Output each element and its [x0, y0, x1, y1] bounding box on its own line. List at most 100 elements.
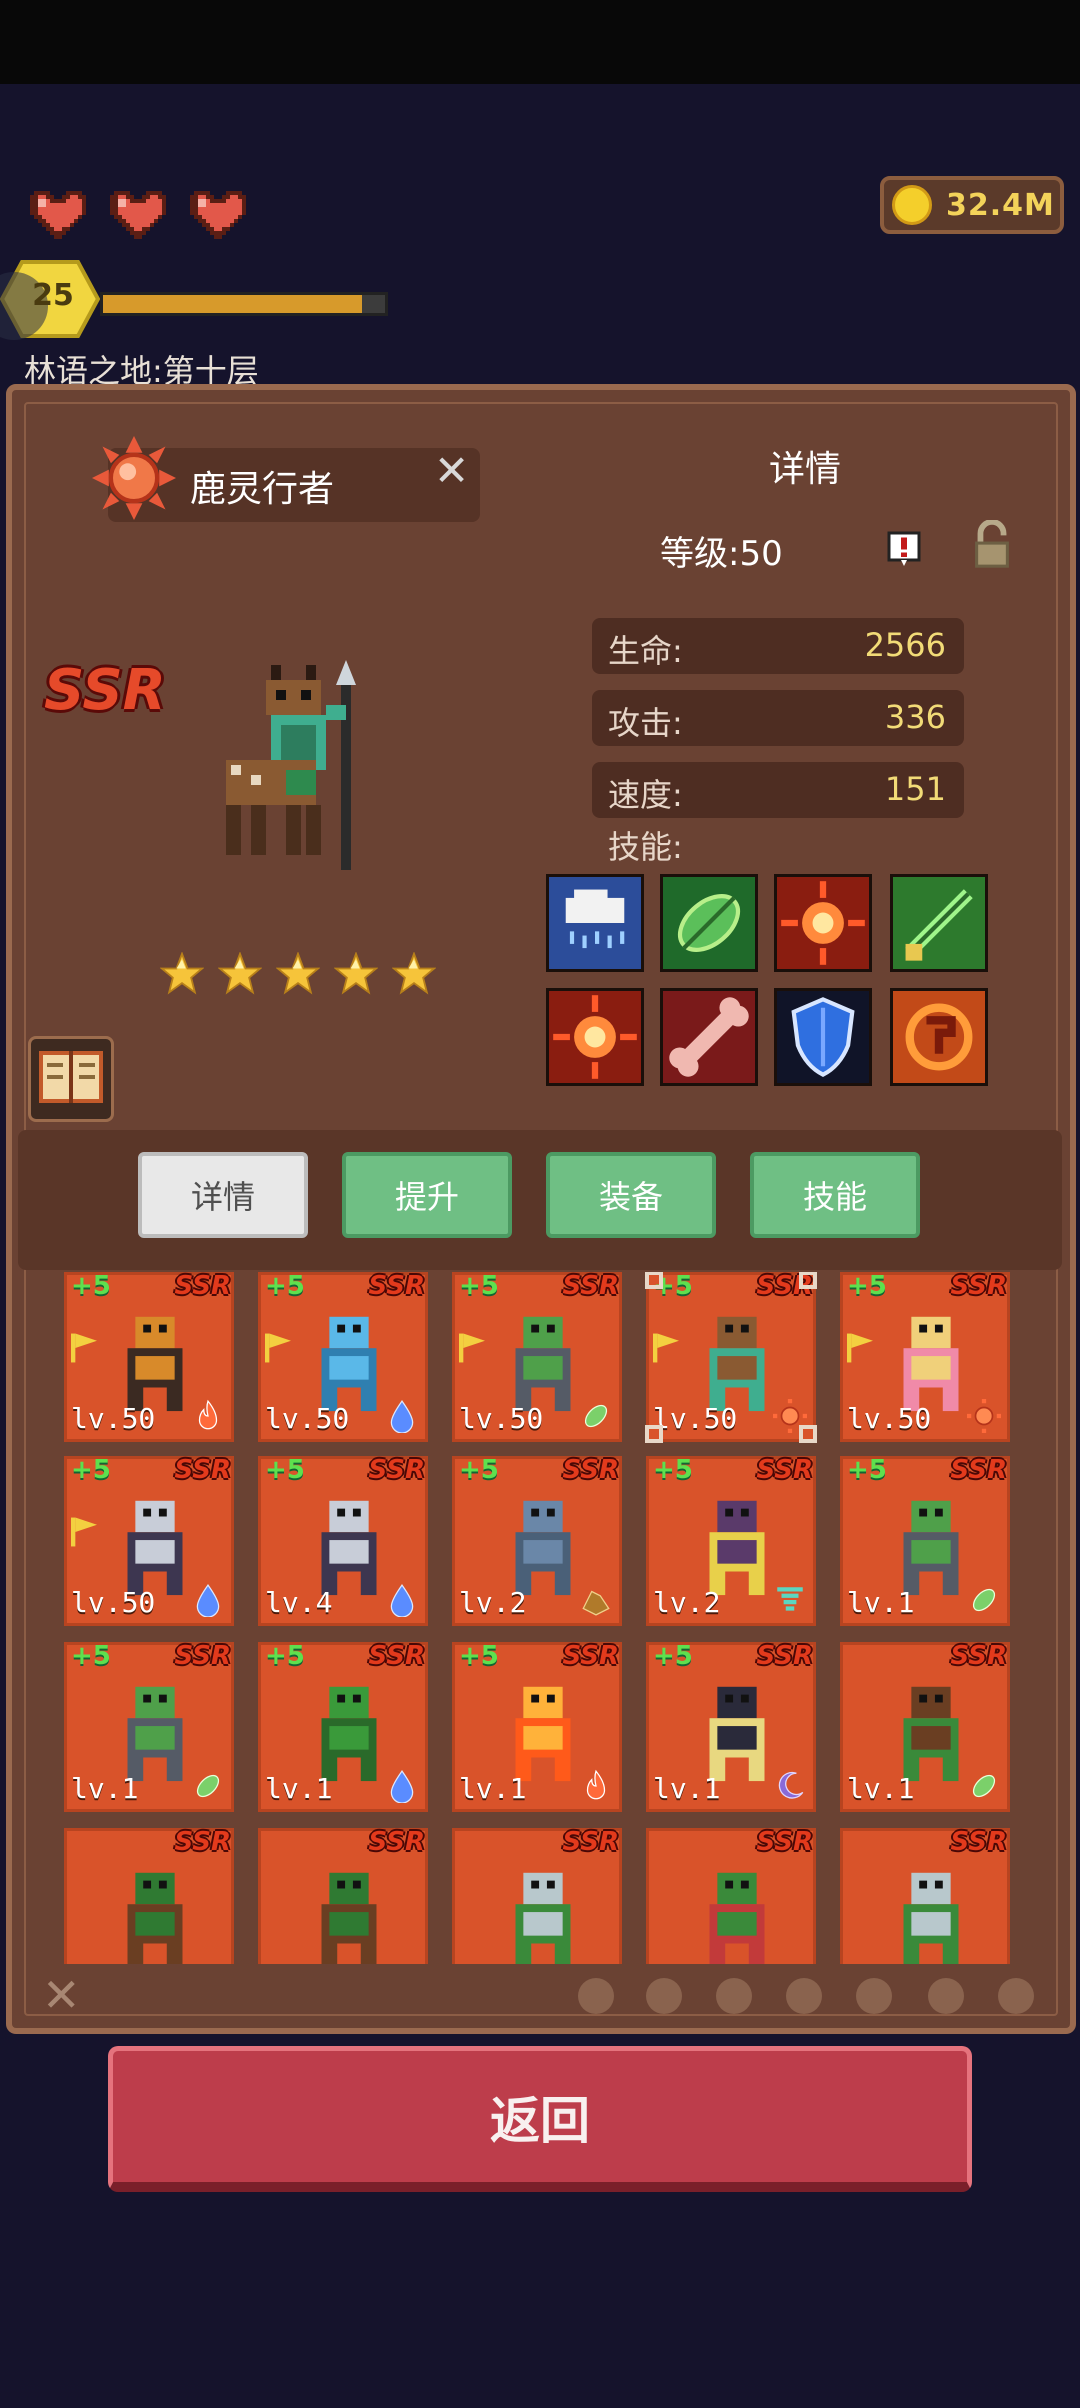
- dark-element-icon: [778, 1771, 804, 1799]
- roster-card[interactable]: +5 SSR lv.50: [645, 1272, 817, 1443]
- selection-corner: [645, 1425, 663, 1443]
- selection-corner: [799, 1272, 817, 1289]
- roster-card[interactable]: +5 SSR lv.4: [258, 1455, 428, 1626]
- rarity-badge: SSR: [756, 1641, 813, 1671]
- monster-sprite: [321, 1500, 377, 1596]
- monster-sprite: [903, 1316, 959, 1412]
- roster-card[interactable]: +5 SSR lv.50: [840, 1272, 1010, 1442]
- stat-value: 151: [884, 770, 946, 808]
- fire-element-icon: [198, 1399, 218, 1430]
- stat-label: 攻击:: [608, 704, 683, 742]
- rarity-badge: SSR: [950, 1455, 1007, 1485]
- rarity-badge: SSR: [174, 1641, 231, 1671]
- xp-bar-fill: [103, 295, 363, 313]
- earth-filter-icon[interactable]: [646, 1978, 682, 2014]
- rarity-badge: SSR: [562, 1827, 619, 1857]
- tab-2[interactable]: 提升: [342, 1152, 512, 1238]
- level-label: lv.1: [265, 1772, 333, 1805]
- plus-badge: +5: [71, 1641, 111, 1671]
- monster-sprite: [127, 1686, 183, 1782]
- blue-shield-icon[interactable]: [774, 988, 872, 1086]
- monster-sprite: [127, 1316, 183, 1412]
- heart-icon: [30, 191, 86, 239]
- back-button[interactable]: 返回: [108, 2046, 972, 2192]
- nature-element-icon: [972, 1774, 996, 1798]
- monster-sprite: [515, 1686, 571, 1782]
- flame-filter-icon[interactable]: [856, 1978, 892, 2014]
- roster-card[interactable]: +5 SSR lv.1: [258, 1641, 428, 1812]
- flag-icon: [847, 1333, 873, 1363]
- roster-card[interactable]: +5 SSR lv.50: [64, 1272, 234, 1442]
- fire-circle-icon[interactable]: [890, 988, 988, 1086]
- wind-filter-icon[interactable]: [786, 1978, 822, 2014]
- gear-filter-icon[interactable]: [928, 1978, 964, 2014]
- level-label: lv.50: [459, 1402, 544, 1435]
- rarity-badge: SSR: [950, 1641, 1007, 1671]
- stat-value: 2566: [864, 626, 946, 664]
- fire-element-icon: [586, 1769, 606, 1800]
- leaf-icon[interactable]: [660, 874, 758, 972]
- rarity-badge: SSR: [562, 1641, 619, 1671]
- bone-icon[interactable]: [660, 988, 758, 1086]
- book-icon[interactable]: [28, 1036, 114, 1122]
- nature-element-icon: [972, 1588, 996, 1612]
- fire-filter-icon[interactable]: [578, 1978, 614, 2014]
- lock-icon[interactable]: [972, 520, 1012, 570]
- status-bar: [0, 0, 1080, 84]
- plus-badge: +5: [459, 1272, 499, 1301]
- refresh-filter-icon[interactable]: [998, 1978, 1034, 2014]
- plus-badge: +5: [847, 1272, 887, 1301]
- roster-card[interactable]: +5 SSR lv.1: [840, 1455, 1010, 1626]
- monster-sprite: [903, 1872, 959, 1964]
- roster-card[interactable]: +5 SSR lv.50: [258, 1272, 428, 1442]
- roster-card[interactable]: SSR: [452, 1827, 622, 1964]
- close-icon[interactable]: ✕: [434, 446, 469, 495]
- rarity-badge: SSR: [368, 1827, 425, 1857]
- gold-counter[interactable]: 32.4M: [880, 176, 1064, 234]
- roster-card[interactable]: +5 SSR lv.1: [452, 1641, 622, 1812]
- tab-1[interactable]: 详情: [138, 1152, 308, 1238]
- selection-corner: [645, 1272, 663, 1289]
- monster-sprite: [321, 1872, 377, 1964]
- heart-icon: [110, 191, 166, 239]
- stat-row: 速度: 151: [592, 762, 964, 818]
- water-element-icon: [390, 1770, 414, 1803]
- roster-card[interactable]: SSR: [646, 1827, 816, 1964]
- monster-sprite: [127, 1872, 183, 1964]
- roster-card[interactable]: SSR: [64, 1827, 234, 1964]
- rarity-badge: SSR: [368, 1272, 425, 1301]
- xp-bar: [100, 292, 388, 316]
- fire-burst-icon[interactable]: [774, 874, 872, 972]
- rarity-badge: SSR: [562, 1272, 619, 1301]
- green-sword-icon[interactable]: [890, 874, 988, 972]
- roster-card[interactable]: SSR lv.1: [840, 1641, 1010, 1812]
- roster-card[interactable]: +5 SSR lv.50: [64, 1455, 234, 1626]
- alert-icon[interactable]: [886, 530, 922, 566]
- roster-card[interactable]: +5 SSR lv.2: [452, 1455, 622, 1626]
- roster-card[interactable]: +5 SSR lv.50: [452, 1272, 622, 1442]
- level-label: lv.1: [847, 1586, 915, 1619]
- level-label: lv.1: [847, 1772, 915, 1805]
- roster-card[interactable]: +5 SSR lv.1: [64, 1641, 234, 1812]
- tab-3[interactable]: 装备: [546, 1152, 716, 1238]
- roster-card[interactable]: +5 SSR lv.1: [646, 1641, 816, 1812]
- clear-filter-icon[interactable]: ✕: [42, 1968, 81, 2022]
- roster-card[interactable]: SSR: [840, 1827, 1010, 1964]
- detail-title: 详情: [768, 449, 841, 490]
- star-icon: [276, 952, 320, 995]
- sun-element-icon: [92, 436, 176, 520]
- tab-4[interactable]: 技能: [750, 1152, 920, 1238]
- rain-cloud-icon[interactable]: [546, 874, 644, 972]
- skills-label: 技能:: [608, 828, 683, 866]
- level-label: lv.50: [71, 1402, 156, 1435]
- roster-card[interactable]: SSR: [258, 1827, 428, 1964]
- water-filter-icon[interactable]: [716, 1978, 752, 2014]
- filter-bar: ✕: [18, 1964, 1062, 2026]
- fire-burst-icon[interactable]: [546, 988, 644, 1086]
- plus-badge: +5: [265, 1455, 305, 1485]
- level-label: lv.50: [847, 1402, 932, 1435]
- level-label: lv.50: [71, 1586, 156, 1619]
- light-element-icon: [967, 1399, 1001, 1433]
- monster-sprite: [321, 1686, 377, 1782]
- roster-card[interactable]: +5 SSR lv.2: [646, 1455, 816, 1626]
